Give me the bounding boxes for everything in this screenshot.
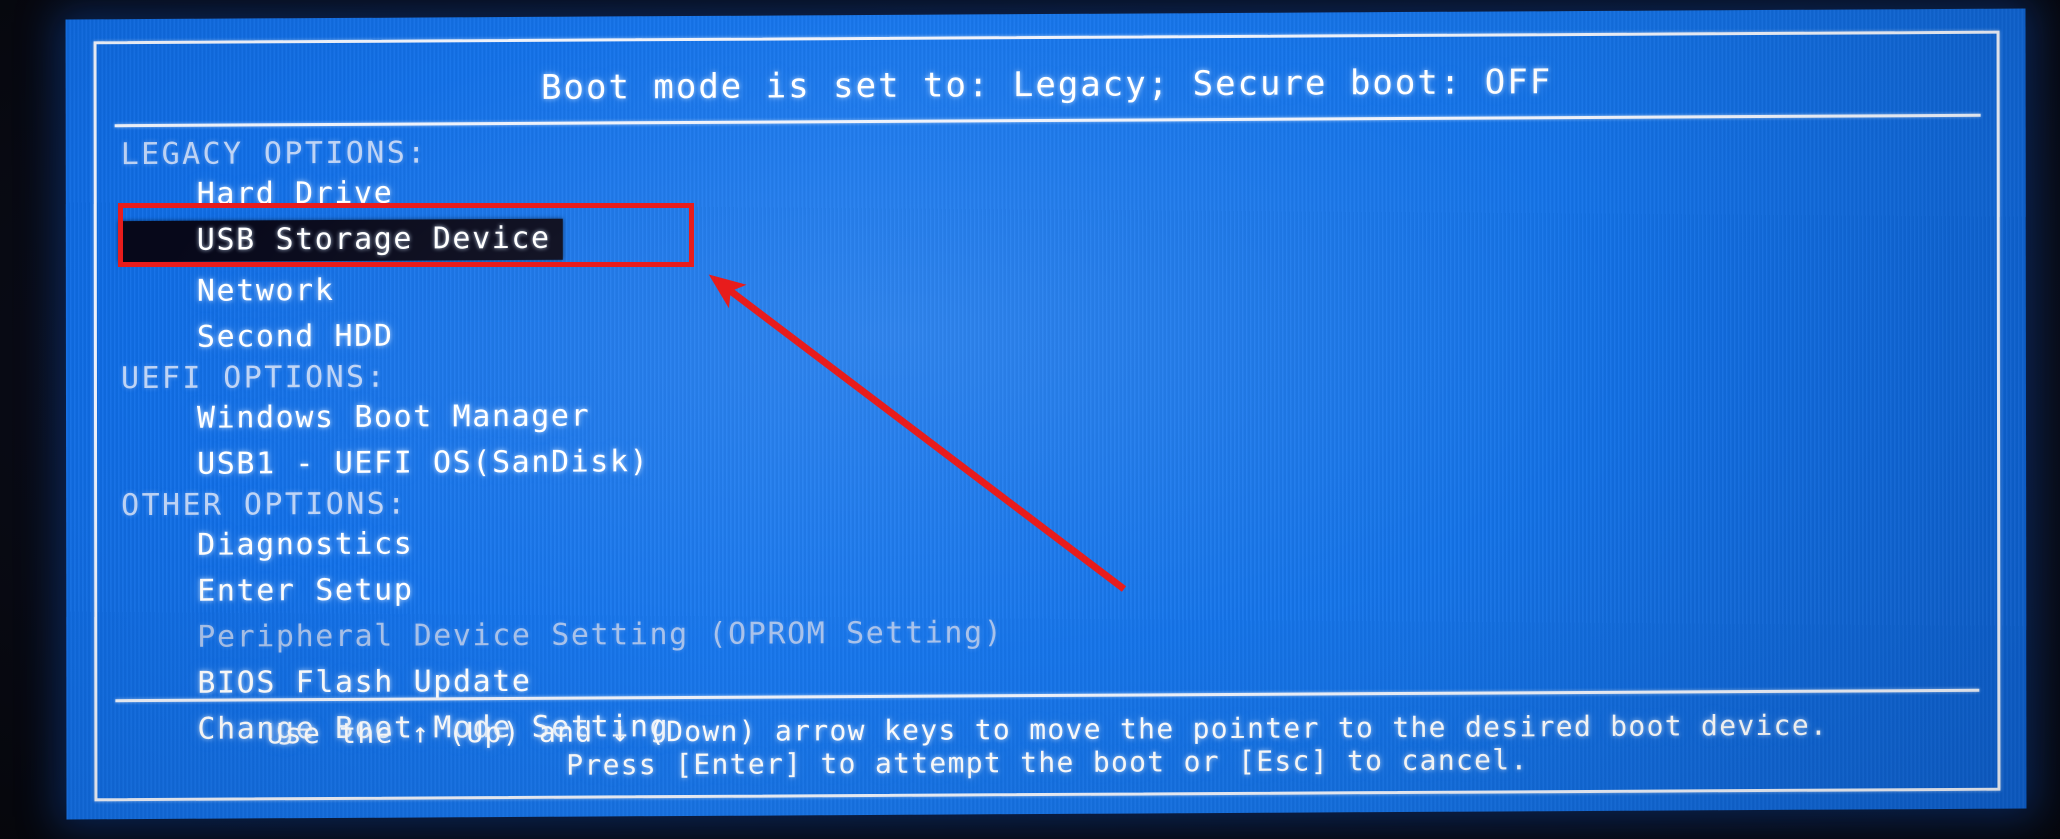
group-title-legacy: LEGACY OPTIONS: [120, 135, 428, 173]
bios-screen-wrapper: Boot mode is set to: Legacy; Secure boot… [65, 8, 2027, 820]
boot-option-usb-storage-device[interactable]: USB Storage Device [118, 218, 563, 263]
boot-options-list: LEGACY OPTIONS: Hard Drive USB Storage D… [118, 130, 1978, 756]
boot-option-second-hdd[interactable]: Second HDD [119, 308, 1977, 359]
footer-help: Use the ↑ (Up) and ↓ (Down) arrow keys t… [111, 709, 1983, 784]
group-title-uefi: UEFI OPTIONS: [120, 359, 387, 397]
monitor-photo: Boot mode is set to: Legacy; Secure boot… [0, 0, 2060, 839]
group-title-other: OTHER OPTIONS: [121, 486, 408, 524]
selected-row-wrapper: USB Storage Device [118, 211, 1977, 267]
boot-mode-status-text: Boot mode is set to: Legacy; Secure boot… [541, 62, 1553, 108]
boot-option-windows-boot-manager[interactable]: Windows Boot Manager [119, 389, 1977, 440]
boot-option-network[interactable]: Network [119, 262, 1977, 313]
boot-option-hard-drive[interactable]: Hard Drive [119, 165, 1977, 216]
header-area: Boot mode is set to: Legacy; Secure boot… [97, 34, 1997, 127]
boot-option-diagnostics[interactable]: Diagnostics [119, 516, 1977, 567]
boot-option-peripheral-device-setting: Peripheral Device Setting (OPROM Setting… [197, 615, 1004, 655]
screen-frame-border: Boot mode is set to: Legacy; Secure boot… [93, 30, 2001, 802]
boot-option-enter-setup[interactable]: Enter Setup [119, 562, 1977, 613]
boot-option-usb1-uefi-os-sandisk[interactable]: USB1 - UEFI OS(SanDisk) [119, 435, 1977, 486]
bios-screen: Boot mode is set to: Legacy; Secure boot… [65, 8, 2027, 820]
